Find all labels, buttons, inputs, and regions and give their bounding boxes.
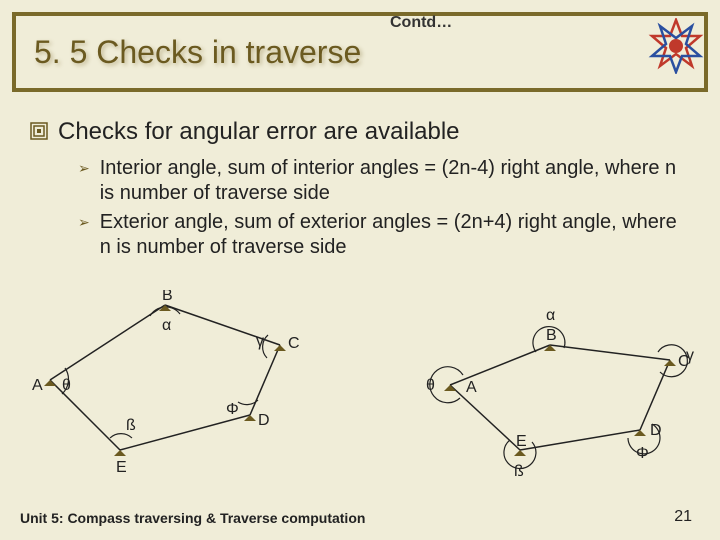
sub-bullet-text: Interior angle, sum of interior angles =… [100, 156, 690, 206]
vertex-label: E [516, 433, 527, 450]
contd-label: Contd… [390, 14, 452, 32]
star-logo-icon [648, 18, 704, 74]
arrow-bullet-icon: ➢ [78, 214, 90, 231]
diagram-svg: A B C D E θ α γ Φ ß [20, 290, 700, 490]
angle-label: α [162, 317, 171, 334]
sub-bullets: ➢ Interior angle, sum of interior angles… [78, 156, 690, 260]
main-bullet: Checks for angular error are available [30, 118, 690, 146]
content-area: Checks for angular error are available ➢… [30, 118, 690, 264]
angle-label: Φ [226, 401, 239, 418]
diagram-right: A B C D E θ α γ Φ ß [426, 307, 694, 480]
angle-label: θ [426, 377, 435, 394]
page-title: 5. 5 Checks in traverse [34, 34, 361, 71]
vertex-label: E [116, 459, 127, 476]
main-bullet-text: Checks for angular error are available [58, 118, 460, 146]
angle-label: θ [62, 377, 71, 394]
arrow-bullet-icon: ➢ [78, 160, 90, 177]
angle-label: Φ [636, 445, 649, 462]
angle-label: α [546, 307, 555, 324]
vertex-label: C [288, 335, 300, 352]
sub-bullet: ➢ Interior angle, sum of interior angles… [78, 156, 690, 206]
vertex-label: D [258, 412, 270, 429]
footer-text: Unit 5: Compass traversing & Traverse co… [20, 510, 365, 526]
sub-bullet: ➢ Exterior angle, sum of exterior angles… [78, 210, 690, 260]
diagram-left: A B C D E θ α γ Φ ß [32, 290, 300, 476]
square-bullet-icon [30, 122, 48, 140]
title-box: 5. 5 Checks in traverse [12, 12, 708, 92]
angle-label: ß [126, 417, 136, 434]
angle-label: γ [686, 347, 694, 364]
vertex-label: A [466, 379, 477, 396]
sub-bullet-text: Exterior angle, sum of exterior angles =… [100, 210, 690, 260]
diagrams-area: A B C D E θ α γ Φ ß [20, 290, 700, 490]
vertex-label: A [32, 377, 43, 394]
angle-label: γ [256, 333, 264, 350]
angle-label: ß [514, 463, 524, 480]
vertex-label: B [162, 290, 173, 304]
vertex-label: D [650, 422, 662, 439]
vertex-label: B [546, 327, 557, 344]
page-number: 21 [674, 508, 692, 526]
